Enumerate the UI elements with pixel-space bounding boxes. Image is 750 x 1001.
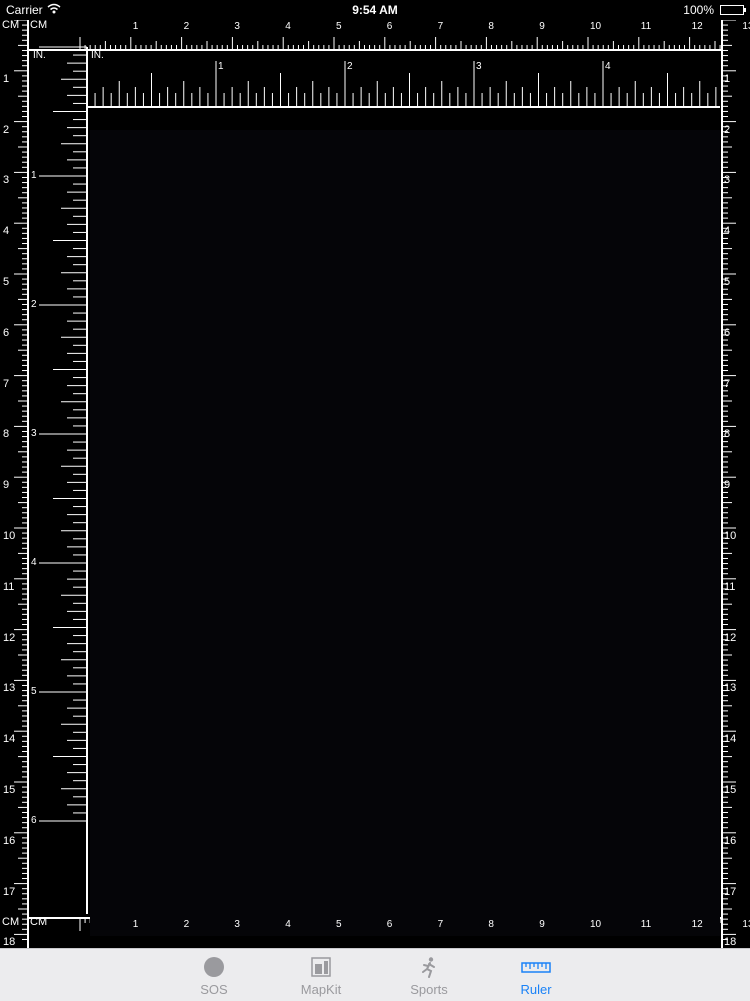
tab-label: MapKit (300, 982, 342, 997)
top-cm-label: 10 (590, 21, 602, 32)
bottom-cm-label: 10 (590, 919, 602, 930)
left-cm-label: 2 (3, 123, 10, 136)
right-cm-label: 11 (724, 580, 736, 593)
right-cm-label: 7 (724, 377, 731, 390)
side-inch-label: 1 (31, 170, 37, 181)
side-inch-label: 3 (31, 428, 37, 439)
circle-icon (203, 956, 225, 983)
right-cm-label: 16 (724, 834, 737, 847)
battery-icon (720, 5, 746, 15)
top-cm-label: 2 (183, 21, 190, 32)
ruler-view[interactable]: 1122334455667788991010111112121313112233… (0, 20, 750, 948)
left-cm-label: 9 (3, 479, 10, 492)
right-cm-label: 9 (724, 479, 731, 492)
left-cm-label: 7 (3, 377, 10, 390)
bottom-cm-label: 13 (742, 919, 750, 930)
tab-label: SOS (200, 982, 228, 997)
top-cm-label: 13 (742, 21, 750, 32)
cm-unit-label: CM (30, 19, 48, 31)
clock: 9:54 AM (352, 3, 398, 17)
inch-unit-label: IN. (91, 50, 104, 61)
top-inch-label: 2 (347, 61, 353, 72)
left-cm-label: 3 (3, 174, 10, 187)
top-cm-label: 8 (488, 21, 494, 32)
side-inch-label: 2 (31, 299, 37, 310)
left-cm-label: 10 (3, 530, 16, 542)
tab-sos[interactable]: SOS (174, 949, 254, 1001)
top-cm-label: 4 (285, 21, 291, 32)
right-cm-label: 14 (724, 733, 737, 746)
bottom-cm-label: 5 (336, 919, 342, 930)
tab-sports[interactable]: Sports (389, 949, 469, 1001)
left-cm-label: 11 (3, 580, 15, 593)
right-cm-label: 4 (724, 225, 731, 238)
left-cm-label: 15 (3, 784, 16, 796)
top-cm-label: 3 (234, 21, 240, 32)
bottom-cm-label: 8 (488, 919, 494, 930)
top-inch-label: 3 (476, 61, 482, 72)
right-cm-label: 2 (724, 123, 731, 136)
bottom-cm-label: 7 (437, 919, 444, 930)
top-cm-label: 11 (640, 21, 652, 32)
runner-icon (418, 956, 440, 983)
top-cm-label: 5 (336, 21, 342, 32)
tab-label: Ruler (520, 982, 552, 997)
bottom-cm-label: 6 (386, 919, 393, 930)
bottom-cm-label: 3 (234, 919, 240, 930)
left-cm-label: 8 (3, 428, 10, 441)
map-icon (310, 956, 332, 983)
cm-unit-label: CM (2, 19, 20, 31)
right-cm-label: 5 (724, 276, 731, 288)
tab-bar: SOS MapKit Sports Ruler (0, 948, 750, 1001)
right-cm-label: 15 (724, 784, 737, 796)
right-cm-label: 10 (724, 530, 737, 542)
bottom-cm-label: 2 (183, 919, 190, 930)
top-cm-label: 9 (539, 21, 545, 32)
right-cm-label: 12 (724, 631, 737, 644)
top-inch-label: 1 (218, 61, 224, 72)
measurement-canvas[interactable] (90, 130, 720, 936)
right-cm-label: 17 (724, 885, 737, 898)
right-cm-label: 18 (724, 936, 737, 949)
ruler-icon (521, 956, 551, 983)
left-cm-label: 16 (3, 834, 16, 847)
side-inch-label: 6 (31, 815, 37, 826)
cm-unit-label: CM (2, 916, 20, 928)
tab-label: Sports (410, 982, 448, 997)
bottom-cm-label: 1 (132, 919, 139, 930)
right-cm-label: 8 (724, 428, 731, 441)
left-cm-label: 13 (3, 682, 16, 695)
right-cm-label: 6 (724, 326, 731, 339)
tab-ruler[interactable]: Ruler (496, 949, 576, 1001)
bottom-cm-label: 9 (539, 919, 545, 930)
cm-unit-label: CM (30, 916, 48, 928)
side-inch-label: 5 (31, 686, 37, 697)
top-cm-label: 12 (691, 21, 703, 32)
top-inch-label: 4 (605, 61, 611, 72)
left-cm-label: 17 (3, 885, 16, 898)
left-cm-label: 6 (3, 326, 10, 339)
tab-mapkit[interactable]: MapKit (281, 949, 361, 1001)
bottom-cm-label: 4 (285, 919, 291, 930)
top-cm-label: 1 (132, 21, 139, 32)
battery-percentage: 100% (683, 3, 714, 17)
side-inch-label: 4 (31, 557, 37, 568)
left-cm-label: 4 (3, 225, 10, 238)
bottom-cm-label: 11 (640, 919, 652, 930)
top-cm-label: 7 (437, 21, 444, 32)
right-cm-label: 13 (724, 682, 737, 695)
right-cm-label: 1 (724, 72, 731, 85)
left-cm-label: 18 (3, 936, 16, 949)
left-cm-label: 1 (3, 72, 10, 85)
inch-unit-label: IN. (33, 50, 46, 61)
left-cm-label: 12 (3, 631, 16, 644)
right-cm-label: 3 (724, 174, 731, 187)
bottom-cm-label: 12 (691, 919, 703, 930)
left-cm-label: 5 (3, 276, 10, 288)
status-bar: Carrier 9:54 AM 100% (0, 0, 750, 20)
top-cm-label: 6 (386, 21, 393, 32)
left-cm-label: 14 (3, 733, 16, 746)
